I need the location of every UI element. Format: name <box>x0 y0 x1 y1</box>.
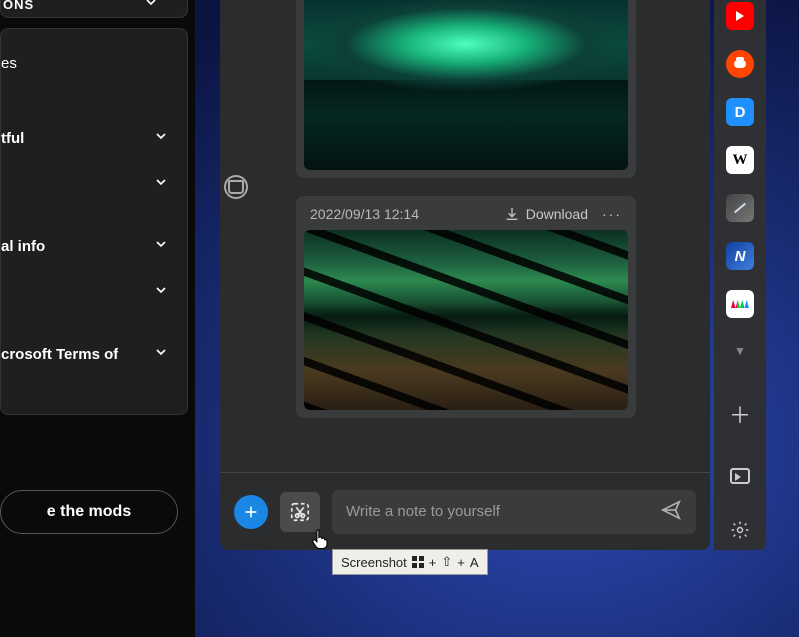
reddit-icon[interactable] <box>726 50 754 78</box>
youtube-icon[interactable] <box>726 2 754 30</box>
pointer-cursor-icon <box>310 528 330 550</box>
gear-icon[interactable] <box>730 520 750 546</box>
chevron-down-icon <box>143 0 187 15</box>
n-app-icon[interactable]: N <box>726 242 754 270</box>
collapse-sidebar-icon[interactable] <box>730 468 750 484</box>
chevron-down-icon <box>153 174 169 194</box>
compose-bar: Write a note to yourself <box>220 472 710 550</box>
pen-app-icon[interactable] <box>726 194 754 222</box>
system-source-icon <box>224 175 248 199</box>
note-input-placeholder: Write a note to yourself <box>346 503 500 520</box>
more-apps-chevron-icon[interactable]: ▼ <box>734 344 746 358</box>
send-icon[interactable] <box>660 499 682 525</box>
row-label: crosoft Terms of <box>1 346 118 363</box>
left-row-blank1[interactable] <box>1 161 187 207</box>
note-timestamp: 2022/09/13 12:14 <box>310 206 419 222</box>
notes-scroll-area[interactable]: 2022/09/13 12:14 Download ··· <box>220 0 710 472</box>
wave-app-icon[interactable] <box>726 290 754 318</box>
disqus-icon[interactable]: D <box>726 98 754 126</box>
tooltip-key: A <box>470 555 479 570</box>
note-image-bridge[interactable] <box>304 230 628 410</box>
left-main-card: es tful al info crosoft Terms of <box>0 28 188 415</box>
side-app-strip: D W N ▼ ＋ <box>714 0 766 550</box>
row-label: al info <box>1 238 45 255</box>
left-row-es[interactable]: es <box>1 45 187 81</box>
chevron-down-icon <box>153 344 169 364</box>
left-row-tful[interactable]: tful <box>1 115 187 161</box>
mods-button-label: e the mods <box>47 503 131 521</box>
download-icon <box>504 206 520 222</box>
row-label: tful <box>1 130 24 147</box>
chevron-down-icon <box>153 236 169 256</box>
add-button[interactable] <box>234 495 268 529</box>
tooltip-plus: + <box>429 555 437 570</box>
left-settings-column: ONS es tful al info crosoft Terms of e t… <box>0 0 195 637</box>
windows-key-icon <box>412 556 424 568</box>
tooltip-plus: + <box>457 555 465 570</box>
section-header-partial: ONS <box>1 0 143 12</box>
tooltip-text: Screenshot <box>341 555 407 570</box>
note-image-aurora[interactable] <box>304 0 628 170</box>
more-menu-icon[interactable]: ··· <box>602 206 622 222</box>
note-header: 2022/09/13 12:14 Download ··· <box>304 204 628 230</box>
note-input[interactable]: Write a note to yourself <box>332 490 696 534</box>
left-top-card[interactable]: ONS <box>0 0 188 18</box>
download-button[interactable]: Download <box>504 206 588 222</box>
mods-button[interactable]: e the mods <box>0 490 178 534</box>
notes-panel: 2022/09/13 12:14 Download ··· Write a <box>220 0 710 550</box>
chevron-down-icon <box>153 282 169 302</box>
download-label: Download <box>526 206 588 222</box>
add-app-button[interactable]: ＋ <box>729 398 751 430</box>
left-row-terms[interactable]: crosoft Terms of <box>1 331 187 377</box>
scissors-crop-icon <box>289 501 311 523</box>
left-row-al-info[interactable]: al info <box>1 223 187 269</box>
screenshot-button[interactable] <box>280 492 320 532</box>
plus-icon <box>243 504 259 520</box>
note-card[interactable]: 2022/09/13 12:14 Download ··· <box>296 196 636 418</box>
row-label: es <box>1 55 17 72</box>
note-card[interactable] <box>296 0 636 178</box>
chevron-down-icon <box>153 128 169 148</box>
screenshot-tooltip: Screenshot + ⇧ + A <box>332 549 488 575</box>
wikipedia-icon[interactable]: W <box>726 146 754 174</box>
left-row-blank2[interactable] <box>1 269 187 315</box>
shift-key-icon: ⇧ <box>441 554 452 570</box>
